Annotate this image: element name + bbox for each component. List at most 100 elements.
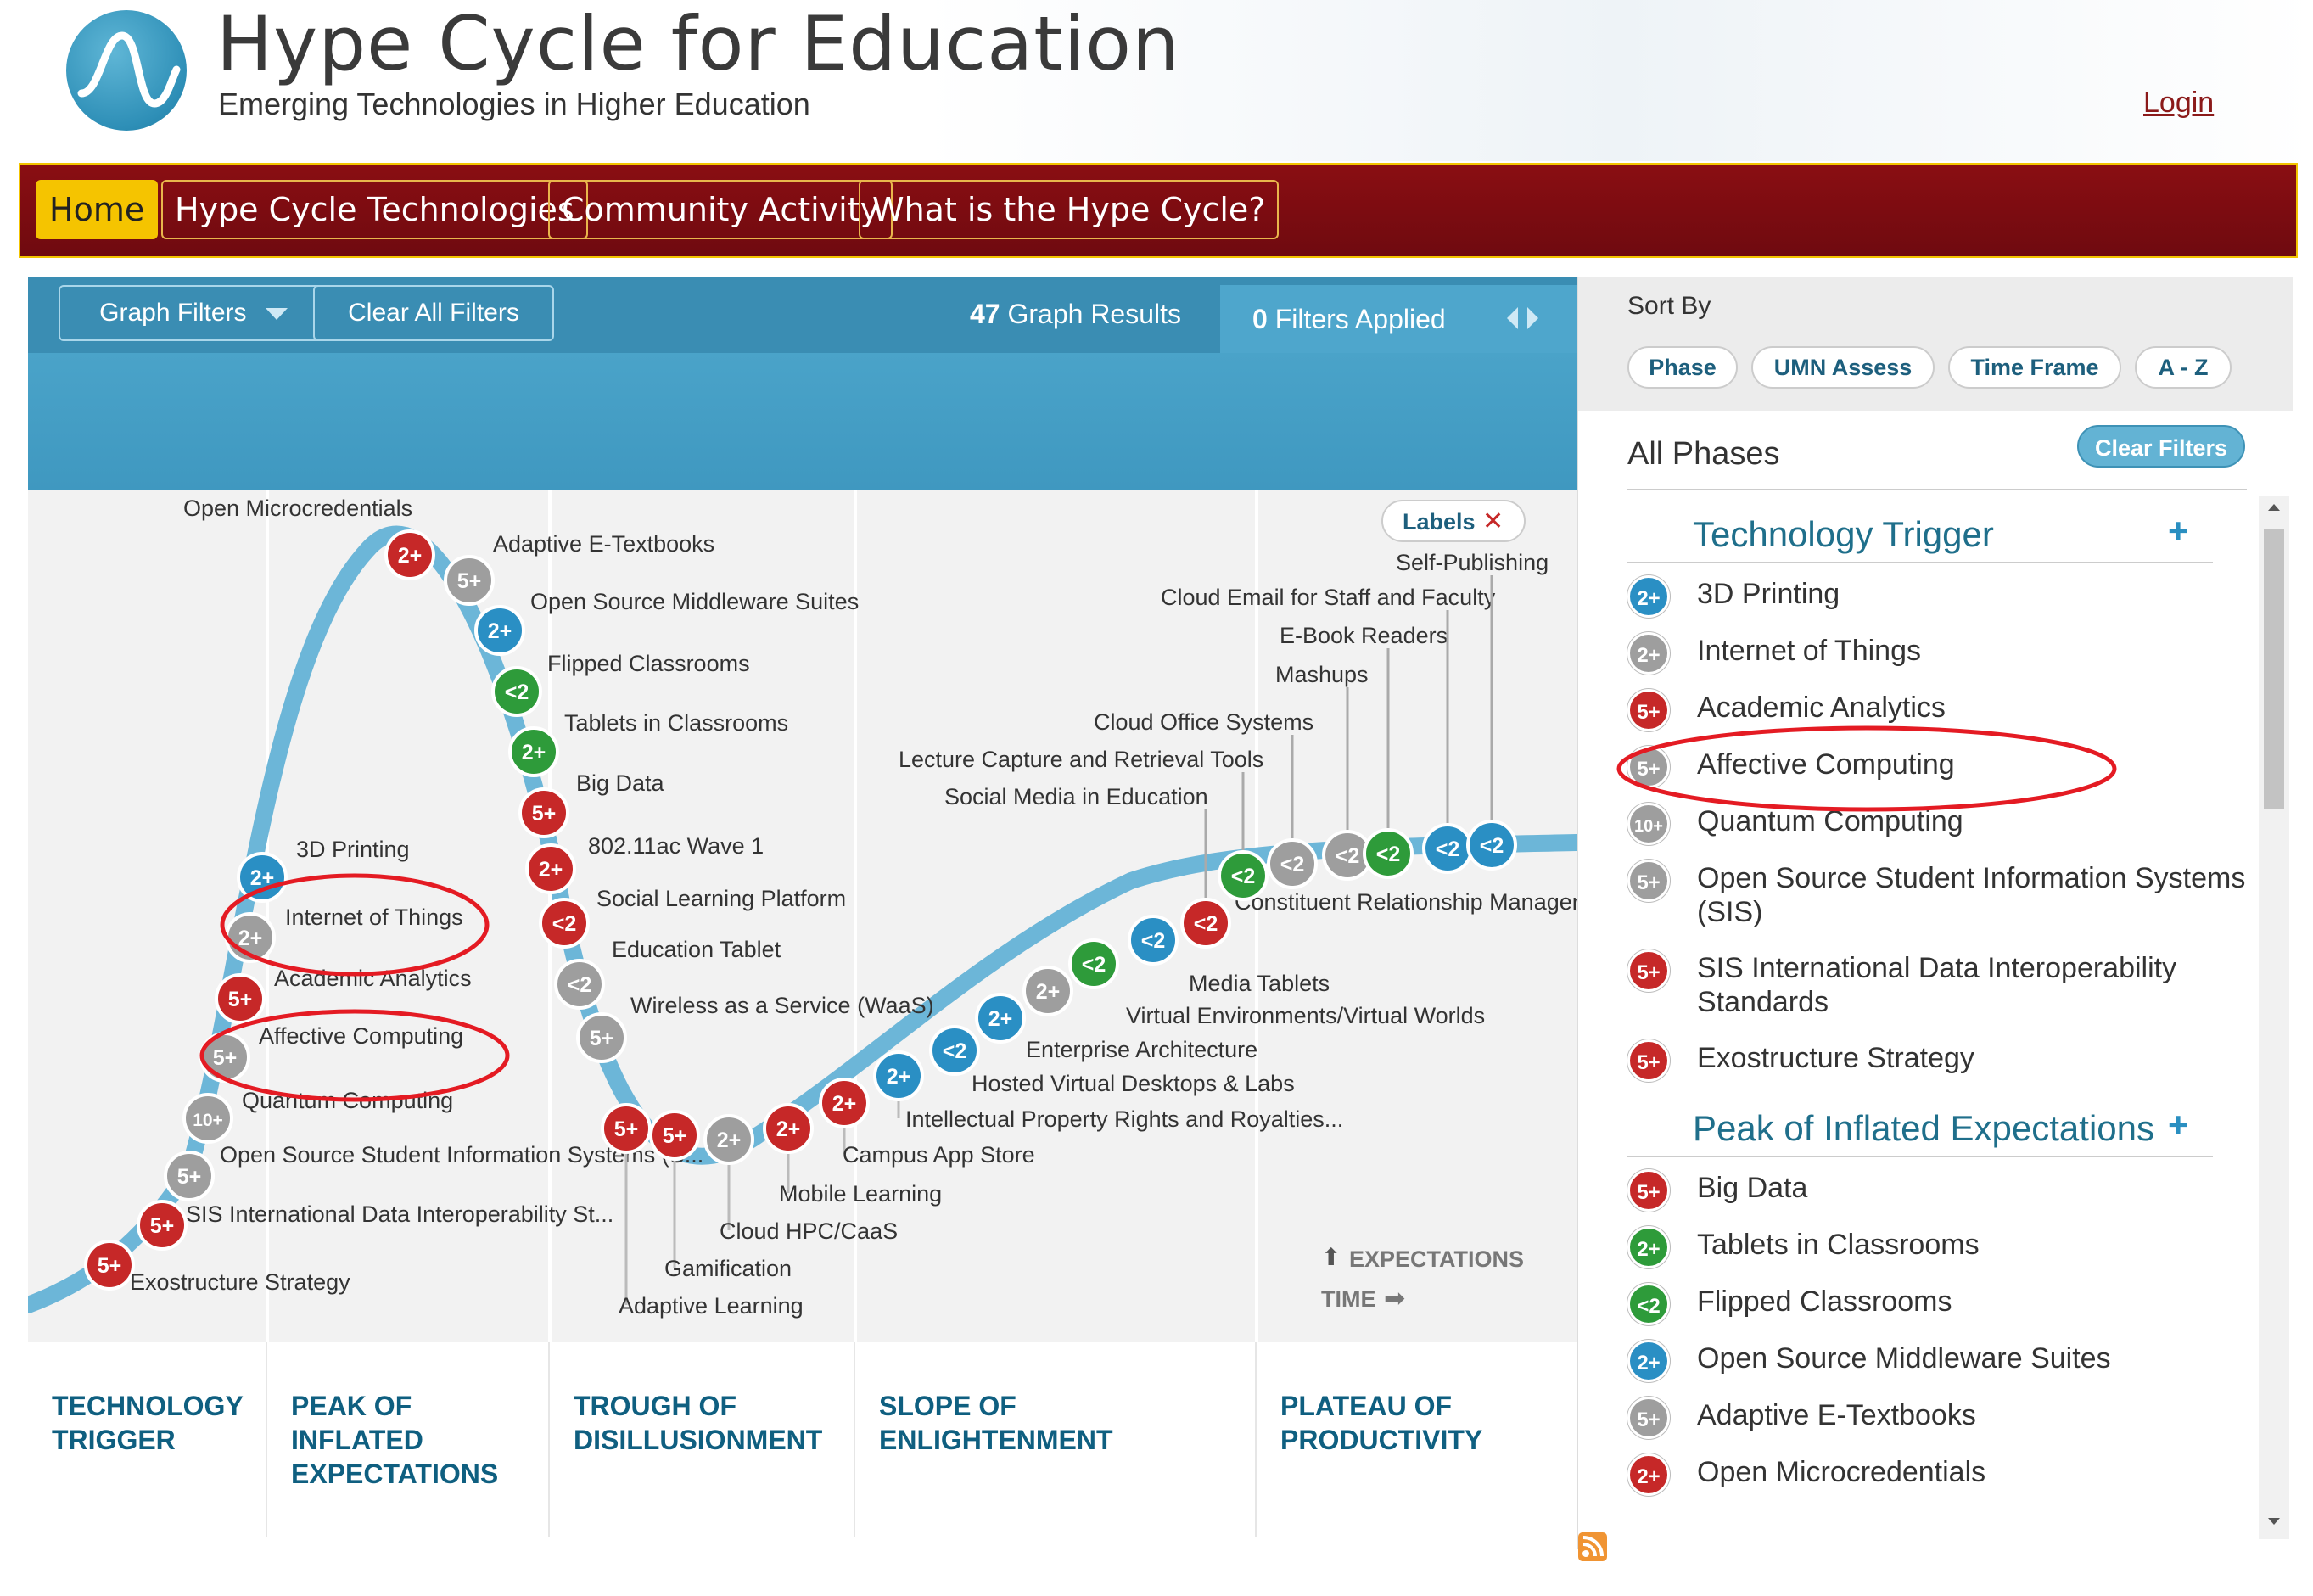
expand-plus-icon[interactable]: + [2168, 511, 2189, 552]
group-title[interactable]: Peak of Inflated Expectations [1693, 1108, 2154, 1149]
group-title[interactable]: Technology Trigger [1693, 514, 1994, 555]
technology-marker[interactable]: 5+ [601, 1103, 652, 1154]
expand-plus-icon[interactable]: + [2168, 1105, 2189, 1145]
technology-label[interactable]: Social Media in Education [944, 784, 1208, 809]
scroll-up-icon[interactable] [2268, 504, 2280, 511]
filters-applied-tab[interactable]: 0 Filters Applied [1220, 285, 1577, 353]
login-link[interactable]: Login [2143, 87, 2214, 120]
nav-what-is-hype-cycle[interactable]: What is the Hype Cycle? [859, 180, 1280, 239]
technology-label[interactable]: Open Microcredentials [183, 496, 412, 521]
technology-label[interactable]: Adaptive Learning [619, 1293, 804, 1319]
technology-label[interactable]: 3D Printing [296, 837, 410, 862]
technology-marker[interactable]: <2 [1128, 915, 1179, 966]
technology-marker[interactable]: 5+ [649, 1110, 700, 1161]
sort-by-label: Sort By [1627, 292, 1711, 320]
nav-home[interactable]: Home [36, 180, 159, 239]
technology-marker[interactable]: 5+ [164, 1151, 215, 1201]
technology-marker[interactable]: 2+ [237, 852, 288, 903]
technology-label[interactable]: Wireless as a Service (WaaS) [630, 993, 934, 1018]
technology-label[interactable]: Mobile Learning [779, 1181, 942, 1207]
technology-label[interactable]: Social Learning Platform [596, 886, 846, 911]
arrow-left-icon[interactable] [1507, 307, 1518, 329]
technology-label[interactable]: Cloud Email for Staff and Faculty [1161, 585, 1496, 610]
sort-time-frame-button[interactable]: Time Frame [1948, 346, 2121, 389]
arrow-right-icon[interactable] [1527, 307, 1538, 329]
clear-all-filters-button[interactable]: Clear All Filters [313, 285, 554, 341]
nav-hype-cycle-technologies[interactable]: Hype Cycle Technologies [161, 180, 588, 239]
technology-marker[interactable]: <2 [929, 1025, 980, 1076]
technology-label[interactable]: SIS International Data Interoperability … [186, 1201, 613, 1227]
technology-label[interactable]: Adaptive E-Textbooks [493, 531, 714, 557]
labels-toggle-button[interactable]: Labels ✕ [1381, 500, 1526, 542]
technology-label[interactable]: Tablets in Classrooms [564, 710, 788, 736]
technology-marker[interactable]: 10+ [182, 1093, 233, 1144]
badge-text: 5+ [663, 1124, 687, 1148]
phase-plateau: PLATEAU OF PRODUCTIVITY [1257, 1342, 1577, 1537]
technology-label[interactable]: Lecture Capture and Retrieval Tools [899, 747, 1263, 772]
technology-label[interactable]: Big Data [576, 770, 665, 796]
technology-marker[interactable]: 5+ [215, 973, 266, 1024]
technology-label[interactable]: Enterprise Architecture [1026, 1037, 1257, 1062]
technology-marker[interactable]: 2+ [763, 1103, 814, 1154]
sort-phase-button[interactable]: Phase [1627, 346, 1738, 389]
technology-marker[interactable]: <2 [539, 898, 590, 949]
technology-label[interactable]: Affective Computing [259, 1023, 463, 1049]
technology-label[interactable]: Education Tablet [612, 937, 781, 962]
technology-marker[interactable]: <2 [491, 666, 542, 717]
graph-filters-button[interactable]: Graph Filters [59, 285, 328, 341]
technology-marker[interactable]: <2 [1363, 828, 1414, 879]
nav-community-activity[interactable]: Community Activity [548, 180, 893, 239]
technology-marker[interactable]: <2 [554, 959, 605, 1010]
technology-label[interactable]: Gamification [664, 1256, 792, 1281]
technology-marker[interactable]: 2+ [508, 726, 559, 777]
technology-label[interactable]: Exostructure Strategy [130, 1269, 350, 1295]
rss-feed-icon[interactable] [1578, 1532, 1607, 1561]
technology-marker[interactable]: <2 [1422, 823, 1473, 874]
technology-label[interactable]: 802.11ac Wave 1 [588, 833, 764, 859]
technology-label[interactable]: Campus App Store [843, 1142, 1035, 1168]
technology-marker[interactable]: 2+ [474, 605, 525, 656]
technology-marker[interactable]: 5+ [576, 1012, 627, 1063]
technology-marker[interactable]: 5+ [84, 1240, 135, 1291]
technology-label[interactable]: Open Source Middleware Suites [530, 589, 859, 614]
scroll-down-icon[interactable] [2268, 1518, 2280, 1525]
sort-panel: Sort By Phase UMN Assess Time Frame A - … [1578, 277, 2293, 411]
technology-label[interactable]: E-Book Readers [1280, 623, 1448, 648]
sort-umn-assess-button[interactable]: UMN Assess [1751, 346, 1935, 389]
scrollbar[interactable] [2259, 496, 2289, 1539]
technology-marker[interactable]: 2+ [384, 529, 435, 580]
technology-marker[interactable]: <2 [1218, 850, 1269, 901]
technology-name: Big Data [1697, 1172, 1808, 1204]
time-arrow-icon: ➡ [1384, 1285, 1405, 1313]
clear-filters-button[interactable]: Clear Filters [2077, 425, 2245, 468]
technology-marker[interactable]: 2+ [975, 993, 1026, 1044]
technology-marker[interactable]: 2+ [525, 843, 576, 894]
technology-label[interactable]: Self-Publishing [1396, 550, 1549, 575]
technology-label[interactable]: Flipped Classrooms [547, 651, 750, 676]
technology-label[interactable]: Cloud HPC/CaaS [720, 1218, 898, 1244]
technology-label[interactable]: Intellectual Property Rights and Royalti… [905, 1106, 1343, 1132]
scrollbar-thumb[interactable] [2264, 529, 2284, 809]
technology-label[interactable]: Hosted Virtual Desktops & Labs [972, 1071, 1295, 1096]
sort-a-z-button[interactable]: A - Z [2135, 346, 2232, 389]
technology-marker[interactable]: 2+ [819, 1078, 870, 1128]
technology-label[interactable]: Mashups [1275, 662, 1369, 687]
technology-label[interactable]: Constituent Relationship Management (CRM… [1235, 889, 1697, 915]
technology-label[interactable]: Virtual Environments/Virtual Worlds [1126, 1003, 1485, 1028]
technology-label[interactable]: Cloud Office Systems [1094, 709, 1313, 735]
technology-name: Open Source Middleware Suites [1697, 1342, 2111, 1375]
close-icon[interactable]: ✕ [1482, 507, 1504, 535]
technology-marker[interactable]: 2+ [873, 1050, 924, 1101]
technology-marker[interactable]: 5+ [137, 1200, 188, 1251]
technology-marker[interactable]: 2+ [703, 1114, 754, 1165]
technology-marker[interactable]: <2 [1466, 820, 1517, 871]
technology-marker[interactable]: <2 [1180, 898, 1231, 949]
technology-label[interactable]: Media Tablets [1189, 971, 1330, 996]
technology-marker[interactable]: 5+ [444, 555, 495, 606]
technology-marker[interactable]: <2 [1068, 938, 1119, 989]
technology-marker[interactable]: 5+ [518, 787, 569, 838]
technology-label[interactable]: Internet of Things [285, 904, 463, 930]
phase-technology-trigger: TECHNOLOGY TRIGGER [28, 1342, 267, 1537]
technology-marker[interactable]: <2 [1267, 838, 1318, 889]
technology-marker[interactable]: 2+ [1022, 966, 1073, 1016]
